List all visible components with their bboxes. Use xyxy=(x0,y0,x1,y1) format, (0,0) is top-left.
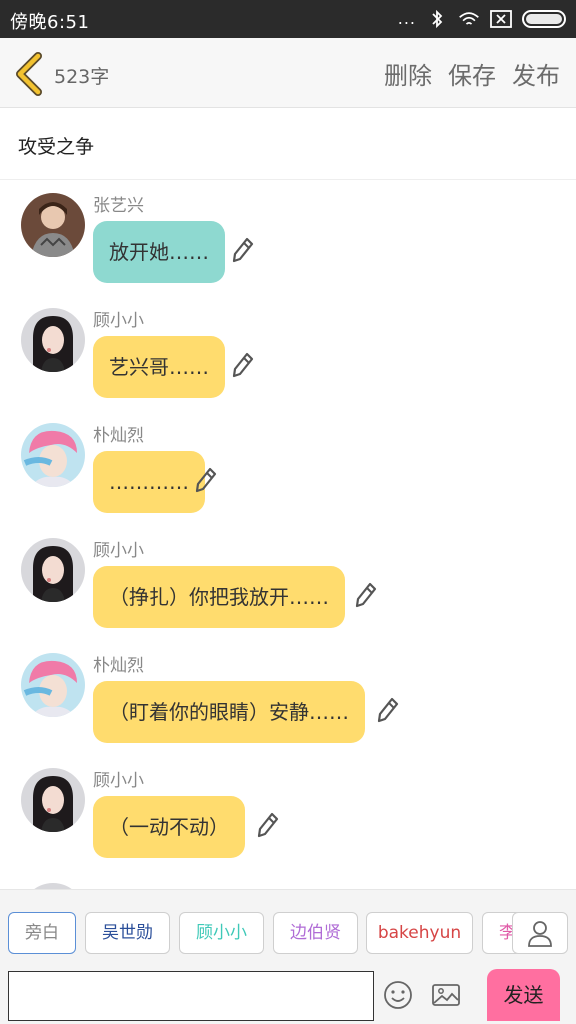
header-actions: 删除 保存 发布 xyxy=(384,56,560,91)
person-icon xyxy=(528,921,552,947)
sender-name: 顾小小 xyxy=(93,771,144,791)
sender-name: 顾小小 xyxy=(93,541,144,561)
notification-dots-icon: ... xyxy=(397,9,416,28)
message-bubble[interactable]: ………… xyxy=(93,451,205,513)
character-chip-label: 旁白 xyxy=(25,923,59,943)
sender-name: 朴灿烈 xyxy=(93,656,144,676)
character-chip-label: 顾小小 xyxy=(196,923,247,943)
status-bar: 傍晚6:51 ... xyxy=(0,0,576,38)
character-chip-label: 边伯贤 xyxy=(290,923,341,943)
character-chip-label: 吴世勋 xyxy=(102,923,153,943)
character-chip[interactable]: 边伯贤 xyxy=(273,912,358,954)
battery-icon xyxy=(522,10,566,28)
message-item: 张艺兴 放开她…… xyxy=(0,181,576,296)
edit-pencil-icon[interactable] xyxy=(355,582,377,608)
status-icons: ... xyxy=(398,6,566,32)
top-bar: 523字 删除 保存 发布 xyxy=(0,38,576,108)
avatar[interactable] xyxy=(21,308,85,372)
emoji-icon[interactable] xyxy=(382,979,414,1011)
message-bubble[interactable]: 艺兴哥…… xyxy=(93,336,225,398)
edit-pencil-icon[interactable] xyxy=(257,812,279,838)
send-button[interactable]: 发送 xyxy=(487,969,560,1021)
status-time: 傍晚6:51 xyxy=(10,12,90,33)
message-list[interactable]: 张艺兴 放开她…… 顾小小 艺兴哥…… 朴灿烈 ………… 顾小小 （挣扎）你把我… xyxy=(0,181,576,889)
message-input[interactable] xyxy=(8,971,374,1021)
avatar[interactable] xyxy=(21,538,85,602)
delete-button[interactable]: 删除 xyxy=(384,56,432,91)
edit-pencil-icon[interactable] xyxy=(232,237,254,263)
message-bubble[interactable]: （盯着你的眼睛）安静…… xyxy=(93,681,365,743)
message-bubble[interactable]: （挣扎）你把我放开…… xyxy=(93,566,345,628)
add-character-button[interactable] xyxy=(512,912,568,954)
back-chevron-icon xyxy=(16,52,42,96)
sim-blocked-icon xyxy=(490,8,512,30)
bluetooth-icon xyxy=(426,8,448,30)
sender-name: 朴灿烈 xyxy=(93,426,144,446)
character-chip[interactable]: 顾小小 xyxy=(179,912,264,954)
character-chip-narrator[interactable]: 旁白 xyxy=(8,912,76,954)
message-bubble[interactable]: 放开她…… xyxy=(93,221,225,283)
message-item xyxy=(0,871,576,889)
message-item: 朴灿烈 （盯着你的眼睛）安静…… xyxy=(0,641,576,756)
save-button[interactable]: 保存 xyxy=(448,56,496,91)
edit-pencil-icon[interactable] xyxy=(195,467,217,493)
avatar[interactable] xyxy=(21,423,85,487)
composer-bar: 发送 xyxy=(0,969,576,1024)
word-count: 523字 xyxy=(54,66,110,88)
character-chip[interactable]: 吴世勋 xyxy=(85,912,170,954)
publish-button[interactable]: 发布 xyxy=(512,56,560,91)
character-selector: 旁白 吴世勋 顾小小 边伯贤 bakehyun 李 xyxy=(0,889,576,969)
story-title: 攻受之争 xyxy=(18,136,95,158)
character-chip[interactable]: bakehyun xyxy=(366,912,473,954)
avatar[interactable] xyxy=(21,768,85,832)
story-title-bar[interactable]: 攻受之争 xyxy=(0,108,576,180)
sender-name: 张艺兴 xyxy=(93,196,144,216)
avatar[interactable] xyxy=(21,653,85,717)
character-chip-label: bakehyun xyxy=(377,923,462,943)
message-bubble[interactable]: （一动不动） xyxy=(93,796,245,858)
sender-name: 顾小小 xyxy=(93,311,144,331)
message-item: 朴灿烈 ………… xyxy=(0,411,576,526)
back-button[interactable] xyxy=(12,52,48,96)
edit-pencil-icon[interactable] xyxy=(232,352,254,378)
avatar[interactable] xyxy=(21,193,85,257)
edit-pencil-icon[interactable] xyxy=(377,697,399,723)
message-item: 顾小小 （一动不动） xyxy=(0,756,576,871)
wifi-icon xyxy=(458,8,480,30)
image-icon[interactable] xyxy=(430,979,462,1011)
message-item: 顾小小 （挣扎）你把我放开…… xyxy=(0,526,576,641)
message-item: 顾小小 艺兴哥…… xyxy=(0,296,576,411)
